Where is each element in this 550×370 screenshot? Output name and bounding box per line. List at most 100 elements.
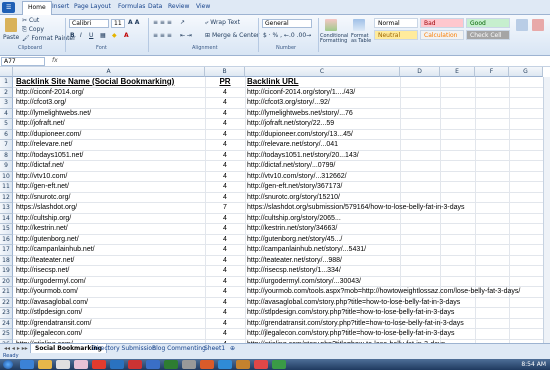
cell-pr[interactable]: 4: [205, 182, 245, 193]
cell-site-name[interactable]: http://risecsp.net/: [16, 266, 204, 277]
cell-backlink-url[interactable]: http://cfcot3.org/story/...92/: [247, 98, 542, 109]
indent-icon[interactable]: ⇤ ⇥: [180, 32, 192, 39]
cell-backlink-url[interactable]: http://yourmob.com/tools.aspx?mob=http:/…: [247, 287, 542, 298]
cell-site-name[interactable]: http://grendatransit.com/: [16, 319, 204, 330]
cell-site-name[interactable]: http://yourmob.com/: [16, 287, 204, 298]
column-header-e[interactable]: E: [440, 67, 475, 77]
row-header[interactable]: 21: [0, 287, 13, 298]
app-icon[interactable]: [200, 360, 214, 369]
app-icon[interactable]: [272, 360, 286, 369]
paste-button[interactable]: Paste: [3, 34, 19, 41]
cell-pr[interactable]: 4: [205, 214, 245, 225]
cell-pr[interactable]: 4: [205, 172, 245, 183]
row-header[interactable]: 11: [0, 182, 13, 193]
column-header-c[interactable]: C: [245, 67, 400, 77]
start-button-icon[interactable]: [3, 360, 13, 369]
cell-site-name[interactable]: http://ciconf-2014.org/: [16, 88, 204, 99]
font-color-icon[interactable]: A: [124, 32, 129, 39]
row-header[interactable]: 3: [0, 98, 13, 109]
cell-pr[interactable]: 4: [205, 88, 245, 99]
cell-site-name[interactable]: http://cfcot3.org/: [16, 98, 204, 109]
insert-sheet-icon[interactable]: ⊕: [226, 344, 239, 353]
cell-pr[interactable]: 4: [205, 277, 245, 288]
cell-backlink-url[interactable]: https://slashdot.org/submission/579164/h…: [247, 203, 542, 214]
font-size-select[interactable]: 11: [111, 19, 125, 28]
cell-site-name[interactable]: http://lymelightwebs.net/: [16, 109, 204, 120]
underline-button[interactable]: U: [89, 32, 93, 39]
cell-pr[interactable]: 4: [205, 308, 245, 319]
cell-site-name[interactable]: http://teateater.net/: [16, 256, 204, 267]
cell-pr[interactable]: 4: [205, 140, 245, 151]
cell-site-name[interactable]: http://stlpdesign.com/: [16, 308, 204, 319]
style-normal[interactable]: Normal: [374, 18, 418, 28]
cell-pr[interactable]: 4: [205, 298, 245, 309]
cell-site-name[interactable]: http://avasaglobal.com/: [16, 298, 204, 309]
row-header[interactable]: 8: [0, 150, 13, 161]
cell-backlink-url[interactable]: http://cultship.org/story/2065...: [247, 214, 542, 225]
chrome-icon[interactable]: [92, 360, 106, 369]
column-header-b[interactable]: B: [205, 67, 245, 77]
excel-icon[interactable]: [164, 360, 178, 369]
cell-site-name[interactable]: http://jlegalecon.com/: [16, 329, 204, 340]
cell-pr[interactable]: 4: [205, 109, 245, 120]
cell-pr[interactable]: 4: [205, 119, 245, 130]
column-header-f[interactable]: F: [475, 67, 509, 77]
cell-pr[interactable]: 4: [205, 329, 245, 340]
cell-backlink-url[interactable]: http://jofraft.net/story/22...59: [247, 119, 542, 130]
insert-cells-icon[interactable]: [516, 19, 528, 31]
merge-center-button[interactable]: ⊞ Merge & Center: [205, 32, 259, 39]
cell-pr[interactable]: 4: [205, 161, 245, 172]
cell-site-name[interactable]: http://relevare.net/: [16, 140, 204, 151]
font-name-select[interactable]: Calibri: [69, 19, 109, 28]
tab-formulas[interactable]: Formulas: [118, 3, 145, 10]
row-header[interactable]: 10: [0, 171, 13, 182]
row-header[interactable]: 7: [0, 140, 13, 151]
cell-site-name[interactable]: http://jofraft.net/: [16, 119, 204, 130]
app-icon[interactable]: [56, 360, 70, 369]
cell-backlink-url[interactable]: http://gen-eft.net/story/367173/: [247, 182, 542, 193]
tab-data[interactable]: Data: [148, 3, 162, 10]
app-icon[interactable]: [128, 360, 142, 369]
row-header[interactable]: 6: [0, 129, 13, 140]
cell-backlink-url[interactable]: http://ciconf-2014.org/story/1..../43/: [247, 88, 542, 99]
header-cell-pr[interactable]: PR: [205, 77, 245, 88]
bold-button[interactable]: B: [70, 32, 75, 39]
row-header[interactable]: 13: [0, 203, 13, 214]
cell-pr[interactable]: 4: [205, 287, 245, 298]
row-header[interactable]: 12: [0, 192, 13, 203]
cell-backlink-url[interactable]: http://kestrin.net/story/34663/: [247, 224, 542, 235]
cell-backlink-url[interactable]: http://grendatransit.com/story.php?title…: [247, 319, 542, 330]
italic-button[interactable]: I: [80, 32, 82, 39]
format-as-table-button[interactable]: Format as Table: [351, 34, 373, 44]
app-icon[interactable]: [74, 360, 88, 369]
cell-pr[interactable]: 4: [205, 130, 245, 141]
fill-color-icon[interactable]: ◆: [112, 32, 117, 39]
cell-site-name[interactable]: http://vtv10.com/: [16, 172, 204, 183]
row-header[interactable]: 1: [0, 77, 13, 88]
row-header[interactable]: 14: [0, 213, 13, 224]
cell-site-name[interactable]: https://slashdot.org/: [16, 203, 204, 214]
cell-backlink-url[interactable]: http://vtv10.com/story/...312662/: [247, 172, 542, 183]
cell-site-name[interactable]: http://gen-eft.net/: [16, 182, 204, 193]
row-header[interactable]: 20: [0, 276, 13, 287]
style-bad[interactable]: Bad: [420, 18, 464, 28]
style-good[interactable]: Good: [466, 18, 510, 28]
cell-backlink-url[interactable]: http://campanlainhub.net/story/...5431/: [247, 245, 542, 256]
cell-backlink-url[interactable]: http://jlegalecon.com/story.php?title=ho…: [247, 329, 542, 340]
cell-backlink-url[interactable]: http://todays1051.net/story/20...143/: [247, 151, 542, 162]
tab-home[interactable]: Home: [22, 1, 52, 15]
row-header[interactable]: 22: [0, 297, 13, 308]
cell-pr[interactable]: 4: [205, 256, 245, 267]
paste-icon[interactable]: [5, 18, 17, 32]
conditional-formatting-icon[interactable]: [325, 19, 337, 31]
cell-backlink-url[interactable]: http://stlpdesign.com/story.php?title=ho…: [247, 308, 542, 319]
tab-page-layout[interactable]: Page Layout: [74, 3, 111, 10]
cell-pr[interactable]: 4: [205, 224, 245, 235]
cut-button[interactable]: ✂ Cut: [22, 17, 39, 24]
explorer-icon[interactable]: [38, 360, 52, 369]
row-header[interactable]: 17: [0, 245, 13, 256]
row-header[interactable]: 15: [0, 224, 13, 235]
cell-site-name[interactable]: http://dupioneer.com/: [16, 130, 204, 141]
tab-insert[interactable]: Insert: [52, 3, 69, 10]
cell-backlink-url[interactable]: http://avasaglobal.com/story.php?title=h…: [247, 298, 542, 309]
